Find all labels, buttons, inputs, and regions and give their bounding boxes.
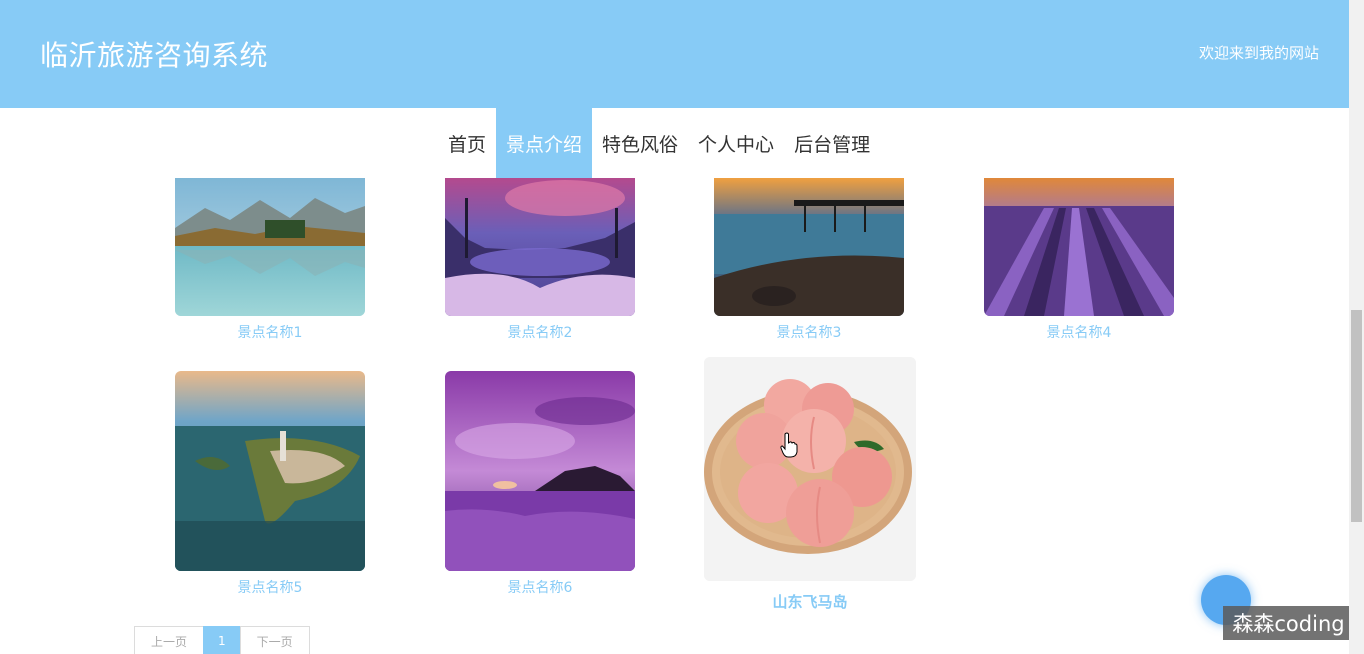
nav-item-admin[interactable]: 后台管理: [784, 108, 880, 178]
mountain-lake-image[interactable]: [175, 178, 365, 316]
page-scrollbar[interactable]: [1349, 0, 1364, 654]
peaches-image[interactable]: [704, 357, 916, 581]
attraction-card: 景点名称5: [175, 371, 365, 597]
next-page-button[interactable]: 下一页: [239, 626, 310, 654]
attraction-name[interactable]: 山东飞马岛: [704, 591, 916, 612]
watermark: 森森coding: [1223, 606, 1354, 640]
attraction-card: 景点名称3: [714, 178, 904, 342]
site-title: 临沂旅游咨询系统: [40, 39, 269, 72]
welcome-text: 欢迎来到我的网站: [1198, 44, 1319, 62]
attraction-card: 景点名称6: [445, 371, 635, 597]
attraction-name[interactable]: 景点名称5: [175, 577, 365, 597]
attraction-card: 景点名称4: [984, 178, 1174, 342]
lavender-field-image[interactable]: [984, 178, 1174, 316]
header: 临沂旅游咨询系统 欢迎来到我的网站: [0, 0, 1349, 108]
nav-item-personal-center[interactable]: 个人中心: [688, 108, 784, 178]
nav-item-attractions[interactable]: 景点介绍: [496, 108, 593, 178]
attraction-name[interactable]: 景点名称3: [714, 322, 904, 342]
attraction-name[interactable]: 景点名称4: [984, 322, 1174, 342]
purple-sea-image[interactable]: [445, 371, 635, 571]
scrollbar-thumb[interactable]: [1351, 310, 1362, 522]
page: 临沂旅游咨询系统 欢迎来到我的网站 首页 景点介绍 特色风俗 个人中心 后台管理: [0, 0, 1364, 654]
nav-item-customs[interactable]: 特色风俗: [592, 108, 688, 178]
attraction-card: 景点名称2: [445, 178, 635, 342]
attraction-card-featured: 山东飞马岛: [704, 357, 916, 612]
pagination: 上一页 1 下一页: [134, 626, 310, 654]
attraction-name[interactable]: 景点名称1: [175, 322, 365, 342]
sunset-pier-image[interactable]: [714, 178, 904, 316]
attraction-card: 景点名称1: [175, 178, 365, 342]
attraction-name[interactable]: 景点名称6: [445, 577, 635, 597]
attraction-name[interactable]: 景点名称2: [445, 322, 635, 342]
crater-lake-image[interactable]: [445, 178, 635, 316]
current-page-button[interactable]: 1: [203, 626, 241, 654]
hand-cursor-icon: [780, 432, 798, 458]
main-nav: 首页 景点介绍 特色风俗 个人中心 后台管理: [438, 108, 880, 178]
island-town-image[interactable]: [175, 371, 365, 571]
nav-item-home[interactable]: 首页: [438, 108, 496, 178]
prev-page-button[interactable]: 上一页: [134, 626, 205, 654]
